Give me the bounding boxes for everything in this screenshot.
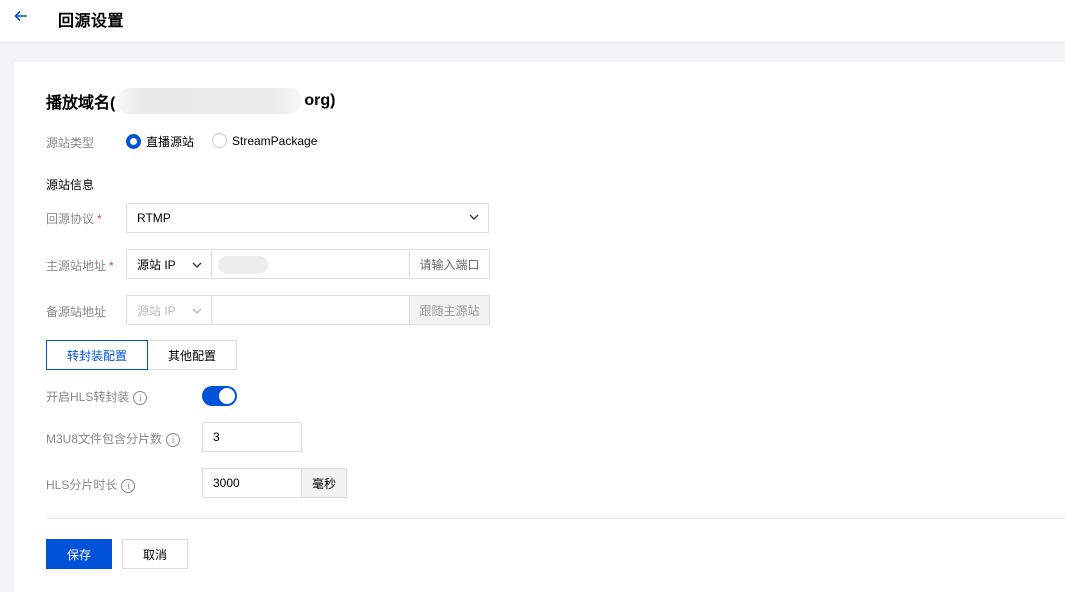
info-icon[interactable]: i xyxy=(121,478,136,493)
hls-toggle[interactable] xyxy=(202,386,237,406)
duration-unit: 毫秒 xyxy=(301,468,347,498)
domain-title-prefix: 播放域名( xyxy=(46,95,116,112)
domain-title: 播放域名( org) xyxy=(46,88,335,114)
tab-transcapsulation[interactable]: 转封装配置 xyxy=(46,340,148,370)
protocol-label: 回源协议 * xyxy=(46,212,102,226)
info-icon[interactable]: i xyxy=(166,432,181,447)
backup-address-group: 源站 IP 跟随主源站 xyxy=(126,295,490,325)
radio-streampackage[interactable]: StreamPackage xyxy=(212,133,317,148)
chevron-down-icon xyxy=(469,214,479,220)
arrow-left-icon[interactable] xyxy=(13,8,31,26)
primary-ip-input[interactable] xyxy=(212,250,409,278)
hls-duration-input[interactable]: 3000 xyxy=(202,468,302,498)
chevron-down-icon xyxy=(192,308,202,314)
source-info-title: 源站信息 xyxy=(46,178,95,192)
hls-duration-label: HLS分片时长 i xyxy=(46,476,136,493)
save-button[interactable]: 保存 xyxy=(46,539,112,569)
m3u8-label: M3U8文件包含分片数 i xyxy=(46,430,181,447)
backup-address-label: 备源站地址 xyxy=(46,305,107,319)
radio-checked-icon xyxy=(126,134,141,149)
cancel-button[interactable]: 取消 xyxy=(122,539,188,569)
top-bar: 回源设置 xyxy=(0,0,1065,43)
m3u8-input[interactable]: 3 xyxy=(202,422,302,452)
info-icon[interactable]: i xyxy=(133,390,148,405)
chevron-down-icon xyxy=(192,262,202,268)
radio-live-source[interactable]: 直播源站 xyxy=(126,133,194,150)
radio-live-source-label: 直播源站 xyxy=(146,135,195,149)
primary-address-group: 源站 IP 请输入端口 xyxy=(126,249,490,279)
primary-type-select[interactable]: 源站 IP xyxy=(127,250,212,278)
redacted-ip xyxy=(218,256,268,274)
source-type-label: 源站类型 xyxy=(46,136,95,150)
tab-other-config[interactable]: 其他配置 xyxy=(148,340,237,370)
protocol-value: RTMP xyxy=(137,211,171,225)
backup-type-select[interactable]: 源站 IP xyxy=(127,296,212,324)
domain-title-suffix: org) xyxy=(304,92,336,109)
config-tabs: 转封装配置 其他配置 xyxy=(46,340,237,370)
radio-streampackage-label: StreamPackage xyxy=(232,133,318,148)
primary-port-input[interactable]: 请输入端口 xyxy=(409,250,489,278)
backup-ip-input[interactable] xyxy=(212,296,409,324)
backup-port-input[interactable]: 跟随主源站 xyxy=(409,296,489,324)
protocol-select[interactable]: RTMP xyxy=(126,203,489,233)
toggle-knob xyxy=(219,388,235,404)
primary-address-label: 主源站地址 * xyxy=(46,259,114,273)
page-title: 回源设置 xyxy=(58,13,125,30)
hls-enable-label: 开启HLS转封装 i xyxy=(46,388,148,405)
divider xyxy=(46,518,1065,519)
radio-unchecked-icon xyxy=(212,133,227,148)
redacted-domain xyxy=(117,88,303,114)
